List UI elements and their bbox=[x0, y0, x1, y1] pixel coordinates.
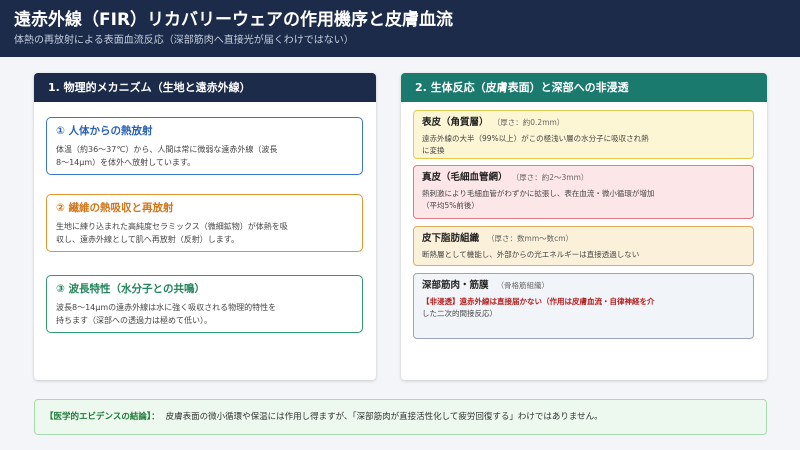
layer-dermis: 真皮（毛細血管網） （厚さ：約2〜3mm） 熱刺激により毛細血管がわずかに拡張し、… bbox=[413, 165, 754, 219]
card-text-line: 収し、遠赤外線として肌へ再放射（反射）します。 bbox=[56, 235, 239, 244]
page-title: 遠赤外線（FIR）リカバリーウェアの作用機序と皮膚血流 bbox=[14, 10, 454, 30]
layer-thickness: （骨格筋組織） bbox=[496, 281, 550, 290]
card-title: ① 人体からの熱放射 bbox=[56, 125, 153, 137]
conclusion-text: 皮膚表面の微小循環や保温には作用し得ますが、「深部筋肉が直接活性化して疲労回復す… bbox=[165, 412, 603, 422]
slide-header: 遠赤外線（FIR）リカバリーウェアの作用機序と皮膚血流 体熱の再放射による表面血… bbox=[0, 0, 800, 57]
card-text-line: 生地に練り込まれた高純度セラミックス（微細鉱物）が体熱を吸 bbox=[56, 222, 288, 231]
card-text: 体温（約36〜37℃）から、人間は常に微弱な遠赤外線（波長 8〜14μm）を体外… bbox=[56, 143, 353, 169]
layer-title: 表皮（角質層） （厚さ：約0.2mm） bbox=[422, 116, 745, 130]
mechanism-panel-title: 1. 物理的メカニズム（生地と遠赤外線） bbox=[34, 73, 376, 102]
card-wavelength-characteristics: ③ 波長特性（水分子との共鳴） 波長8〜14μmの遠赤外線は水に強く吸収される物… bbox=[46, 275, 363, 333]
non-penetration-warning: 【非浸透】遠赤外線は直接届かない（作用は皮膚血流・自律神経を介 bbox=[422, 297, 655, 306]
layer-title: 真皮（毛細血管網） （厚さ：約2〜3mm） bbox=[422, 171, 745, 185]
layer-name: 深部筋肉・筋膜 bbox=[422, 280, 489, 291]
layer-thickness: （厚さ：数mm〜数cm） bbox=[487, 234, 574, 243]
layer-description-line: （平均5%前後） bbox=[422, 201, 479, 210]
layer-name: 真皮（毛細血管網） bbox=[422, 172, 508, 183]
card-text-line: 8〜14μm）を体外へ放射しています。 bbox=[56, 158, 196, 167]
conclusion-label: 【医学的エビデンスの結論】： bbox=[45, 412, 160, 422]
non-penetration-warning-continued: した二次的間接反応） bbox=[422, 309, 497, 318]
card-text: 波長8〜14μmの遠赤外線は水に強く吸収される物理的特性を 持ちます（深部への透… bbox=[56, 301, 353, 327]
layer-name: 表皮（角質層） bbox=[422, 117, 489, 128]
layer-description-line: 断熱層として機能し、外部からの光エネルギーは直接透過しない bbox=[422, 250, 640, 259]
card-text-line: 波長8〜14μmの遠赤外線は水に強く吸収される物理的特性を bbox=[56, 303, 277, 312]
card-text: 生地に練り込まれた高純度セラミックス（微細鉱物）が体熱を吸 収し、遠赤外線として… bbox=[56, 220, 353, 246]
card-body-heat-radiation: ① 人体からの熱放射 体温（約36〜37℃）から、人間は常に微弱な遠赤外線（波長… bbox=[46, 117, 363, 175]
layer-description: 熱刺激により毛細血管がわずかに拡張し、表在血流・微小循環が増加 （平均5%前後） bbox=[422, 188, 745, 212]
card-title: ② 繊維の熱吸収と再放射 bbox=[56, 202, 174, 214]
layer-title: 深部筋肉・筋膜 （骨格筋組織） bbox=[422, 279, 745, 293]
layer-thickness: （厚さ：約2〜3mm） bbox=[515, 173, 589, 182]
skin-layers-panel: 2. 生体反応（皮膚表面）と深部への非浸透 表皮（角質層） （厚さ：約0.2mm）… bbox=[401, 73, 767, 380]
layer-description: 断熱層として機能し、外部からの光エネルギーは直接透過しない bbox=[422, 249, 745, 261]
card-fiber-absorption: ② 繊維の熱吸収と再放射 生地に練り込まれた高純度セラミックス（微細鉱物）が体熱… bbox=[46, 194, 363, 252]
layer-name: 皮下脂肪組織 bbox=[422, 233, 480, 244]
layer-description-line: に変換 bbox=[422, 146, 445, 155]
layer-description-line: 遠赤外線の大半（99%以上）がこの極浅い層の水分子に吸収され熱 bbox=[422, 134, 649, 143]
layer-title: 皮下脂肪組織 （厚さ：数mm〜数cm） bbox=[422, 232, 745, 246]
evidence-conclusion: 【医学的エビデンスの結論】： 皮膚表面の微小循環や保温には作用し得ますが、「深部筋… bbox=[34, 399, 767, 435]
layer-subcutaneous-fat: 皮下脂肪組織 （厚さ：数mm〜数cm） 断熱層として機能し、外部からの光エネルギー… bbox=[413, 226, 754, 266]
layer-description: 遠赤外線の大半（99%以上）がこの極浅い層の水分子に吸収され熱 に変換 bbox=[422, 133, 745, 157]
mechanism-panel: 1. 物理的メカニズム（生地と遠赤外線） ① 人体からの熱放射 体温（約36〜3… bbox=[34, 73, 376, 380]
skin-layers-panel-title: 2. 生体反応（皮膚表面）と深部への非浸透 bbox=[401, 73, 767, 102]
card-text-line: 体温（約36〜37℃）から、人間は常に微弱な遠赤外線（波長 bbox=[56, 145, 278, 154]
card-text-line: 持ちます（深部への透過力は極めて低い）。 bbox=[56, 316, 212, 325]
layer-description-line: 熱刺激により毛細血管がわずかに拡張し、表在血流・微小循環が増加 bbox=[422, 189, 655, 198]
page-subtitle: 体熱の再放射による表面血流反応（深部筋肉へ直接光が届くわけではない） bbox=[14, 35, 354, 46]
layer-epidermis: 表皮（角質層） （厚さ：約0.2mm） 遠赤外線の大半（99%以上）がこの極浅い層… bbox=[413, 110, 754, 159]
layer-deep-muscle: 深部筋肉・筋膜 （骨格筋組織） 【非浸透】遠赤外線は直接届かない（作用は皮膚血流・… bbox=[413, 273, 754, 339]
card-title: ③ 波長特性（水分子との共鳴） bbox=[56, 283, 205, 295]
layer-thickness: （厚さ：約0.2mm） bbox=[496, 118, 565, 127]
